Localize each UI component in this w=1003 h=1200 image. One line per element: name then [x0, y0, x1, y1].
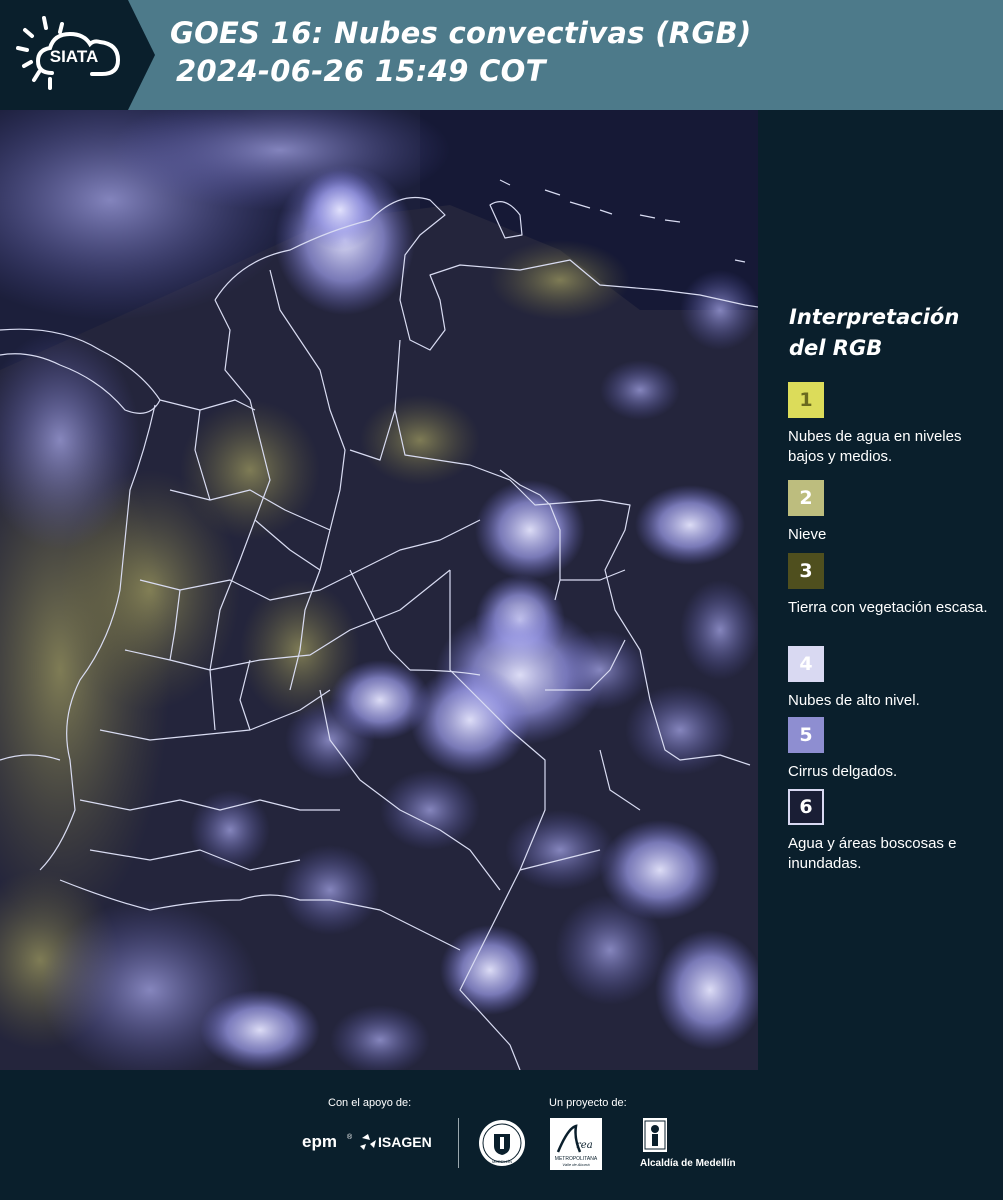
legend-label-4: Nubes de alto nivel. — [788, 692, 920, 709]
legend-item-5: 5 Cirrus delgados. — [788, 717, 998, 782]
svg-text:rea: rea — [576, 1140, 593, 1151]
legend-item-3: 3 Tierra con vegetación escasa. — [788, 553, 998, 618]
legend-label-3: Tierra con vegetación escasa. — [788, 599, 988, 616]
legend-swatch-6: 6 — [788, 789, 824, 825]
sun-cloud-logo-icon: SIATA — [0, 0, 155, 110]
svg-text:ISAGEN: ISAGEN — [378, 1134, 432, 1150]
svg-text:Valle de Aburrá: Valle de Aburrá — [562, 1162, 590, 1167]
svg-text:SIATA: SIATA — [50, 47, 98, 66]
project-label: Un proyecto de: — [549, 1097, 627, 1109]
legend-swatch-5: 5 — [788, 717, 824, 753]
area-metropolitana-logo-icon[interactable]: rea METROPOLITANA Valle de Aburrá — [550, 1118, 602, 1170]
legend-label-5: Cirrus delgados. — [788, 763, 898, 780]
epm-logo-icon[interactable]: epm ® — [302, 1130, 358, 1154]
footer-divider — [458, 1118, 459, 1168]
svg-text:MEDELLÍN: MEDELLÍN — [492, 1159, 512, 1164]
legend-item-4: 4 Nubes de alto nivel. — [788, 646, 998, 711]
page-timestamp: 2024-06-26 15:49 COT — [176, 54, 546, 88]
alcaldia-building-icon[interactable] — [635, 1118, 675, 1154]
legend-panel: Interpretación del RGB 1 Nubes de agua e… — [760, 110, 1003, 1070]
legend-item-6: 6 Agua y áreas boscosas e inundadas. — [788, 789, 998, 874]
legend-swatch-3: 3 — [788, 553, 824, 589]
svg-text:epm: epm — [302, 1132, 337, 1151]
svg-text:®: ® — [347, 1133, 353, 1141]
page-title: GOES 16: Nubes convectivas (RGB) — [170, 16, 752, 50]
legend-item-1: 1 Nubes de agua en niveles bajos y medio… — [788, 382, 998, 467]
alcaldia-label: Alcaldía de Medellín — [640, 1158, 736, 1169]
legend-swatch-1: 1 — [788, 382, 824, 418]
support-label: Con el apoyo de: — [328, 1097, 412, 1109]
medellin-seal-icon[interactable]: MEDELLÍN — [477, 1118, 527, 1168]
legend-swatch-2: 2 — [788, 480, 824, 516]
legend-label-6: Agua y áreas boscosas e inundadas. — [788, 835, 957, 872]
legend-label-2: Nieve — [788, 526, 827, 543]
legend-title: Interpretación del RGB — [789, 305, 960, 360]
siata-logo[interactable]: SIATA — [0, 0, 155, 110]
legend-swatch-4: 4 — [788, 646, 824, 682]
isagen-logo-icon[interactable]: ISAGEN — [358, 1130, 442, 1154]
legend-item-2: 2 Nieve — [788, 480, 998, 545]
legend-label-1: Nubes de agua en niveles bajos y medios. — [788, 428, 962, 465]
satellite-map[interactable] — [0, 110, 758, 1070]
satellite-image — [0, 110, 758, 1070]
header-bar: SIATA GOES 16: Nubes convectivas (RGB) 2… — [0, 0, 1003, 110]
footer-bar: Con el apoyo de: Un proyecto de: epm ® I… — [0, 1070, 1003, 1200]
